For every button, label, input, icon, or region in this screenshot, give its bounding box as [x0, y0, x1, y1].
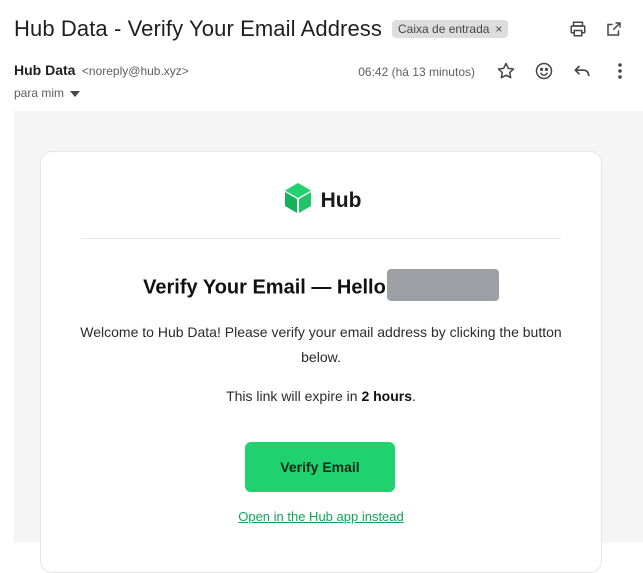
divider — [81, 238, 561, 239]
welcome-text: Welcome to Hub Data! Please verify your … — [80, 324, 562, 365]
open-in-new-window-icon[interactable] — [603, 18, 625, 40]
open-in-app-link[interactable]: Open in the Hub app instead — [41, 509, 601, 524]
star-icon[interactable] — [495, 60, 517, 82]
header-actions — [567, 18, 625, 40]
heading-text: Verify Your Email — Hello — [143, 276, 386, 299]
hub-logo-icon — [281, 182, 315, 219]
print-icon[interactable] — [567, 18, 589, 40]
expiry-suffix: . — [412, 388, 416, 404]
sender-name: Hub Data — [14, 62, 76, 78]
chevron-down-icon[interactable] — [70, 86, 81, 100]
email-header: Hub Data - Verify Your Email Address Cai… — [14, 14, 633, 44]
brand-name: Hub — [320, 188, 362, 212]
email-card: Hub Verify Your Email — Hello Welcome to… — [40, 151, 602, 573]
inbox-label-chip[interactable]: Caixa de entrada × — [392, 20, 509, 38]
reply-icon[interactable] — [571, 60, 593, 82]
recipient-label: para mim — [14, 86, 65, 100]
redacted-name — [386, 269, 499, 301]
sender-info: Hub Data <noreply@hub.xyz> para mim 06:4… — [14, 62, 633, 102]
brand-header: Hub — [41, 182, 601, 219]
remove-label-button[interactable]: × — [495, 22, 502, 36]
email-subject: Hub Data - Verify Your Email Address — [14, 16, 383, 41]
sender-email: <noreply@hub.xyz> — [81, 64, 189, 78]
email-heading: Verify Your Email — Hello — [41, 269, 601, 304]
email-timestamp: 06:42 (há 13 minutos) — [358, 65, 475, 79]
more-options-icon[interactable] — [609, 60, 631, 82]
expiry-prefix: This link will expire in — [226, 388, 362, 404]
expiry-duration: 2 hours — [361, 388, 413, 404]
recipient-details[interactable]: para mim — [14, 86, 81, 100]
expiry-notice: This link will expire in 2 hours. — [41, 388, 601, 404]
message-actions — [495, 60, 631, 82]
inbox-label-text: Caixa de entrada — [398, 22, 490, 36]
verify-email-button[interactable]: Verify Email — [245, 442, 395, 492]
emoji-icon[interactable] — [533, 60, 555, 82]
